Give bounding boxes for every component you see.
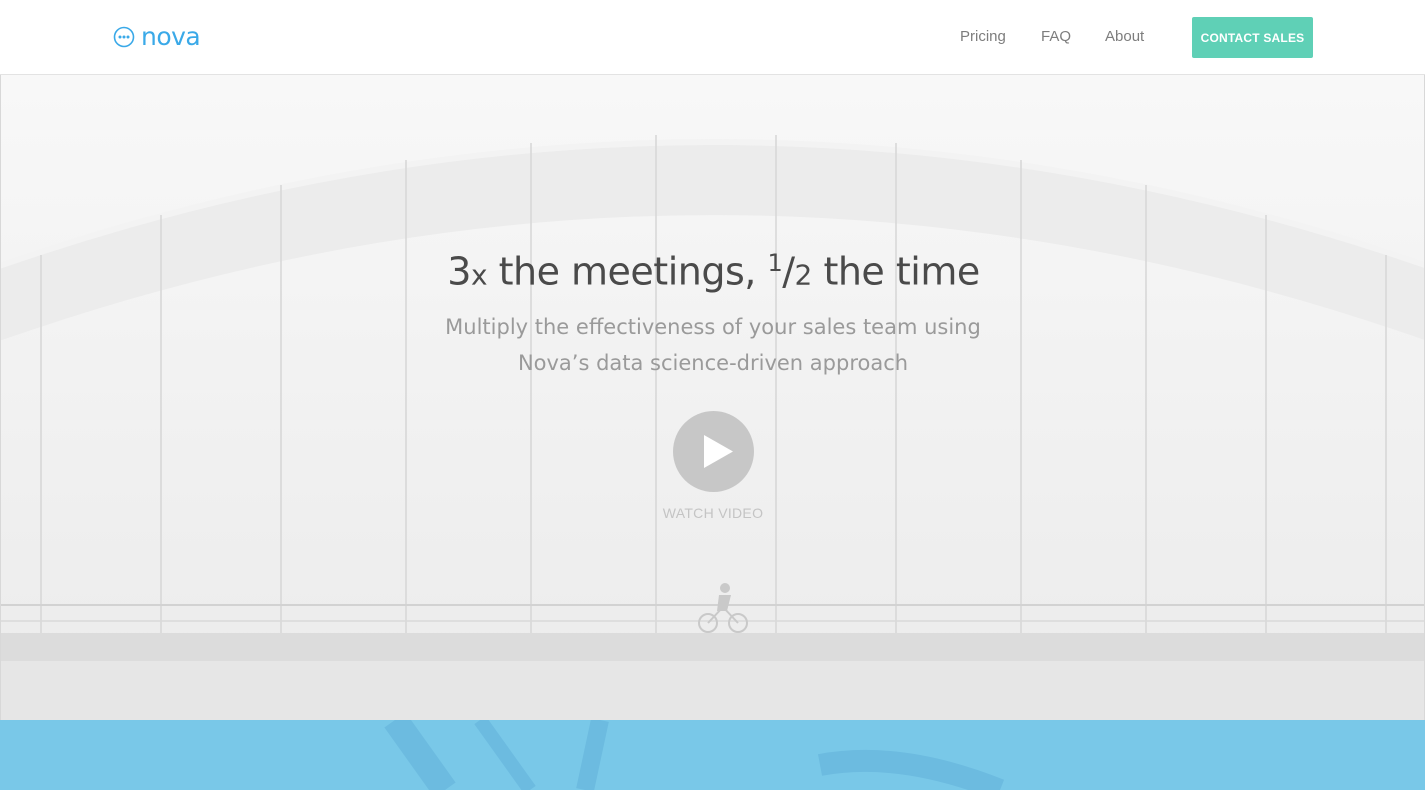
top-navigation-bar: nova Pricing FAQ About CONTACT SALES bbox=[0, 0, 1425, 75]
hero-headline: 3x the meetings, 1/2 the time bbox=[1, 249, 1424, 294]
headline-part-one: the meetings, bbox=[487, 249, 768, 294]
headline-fraction-numerator: 1 bbox=[767, 249, 783, 277]
contact-sales-button[interactable]: CONTACT SALES bbox=[1192, 17, 1313, 58]
nav-link-pricing[interactable]: Pricing bbox=[960, 28, 1006, 45]
chat-bubble-logo-icon bbox=[113, 26, 135, 48]
band-background-image bbox=[384, 720, 1005, 790]
headline-fraction-denominator: 2 bbox=[794, 258, 813, 292]
hero-section: 3x the meetings, 1/2 the time Multiply t… bbox=[0, 75, 1425, 720]
play-icon bbox=[704, 435, 733, 468]
next-section-band bbox=[0, 720, 1425, 790]
nav-link-about[interactable]: About bbox=[1105, 28, 1144, 45]
headline-fraction-slash: / bbox=[782, 249, 795, 294]
play-video-button[interactable] bbox=[673, 411, 754, 492]
nav-link-faq[interactable]: FAQ bbox=[1041, 28, 1071, 45]
headline-multiplier-unit: x bbox=[470, 258, 488, 292]
logo[interactable]: nova bbox=[113, 22, 201, 52]
hero-subheadline: Multiply the effectiveness of your sales… bbox=[445, 315, 981, 375]
headline-multiplier: 3 bbox=[447, 249, 471, 294]
logo-wordmark: nova bbox=[141, 22, 201, 51]
headline-part-two: the time bbox=[811, 249, 980, 294]
bridge-background-image bbox=[1, 135, 1424, 720]
watch-video-label[interactable]: WATCH VIDEO bbox=[613, 505, 813, 521]
